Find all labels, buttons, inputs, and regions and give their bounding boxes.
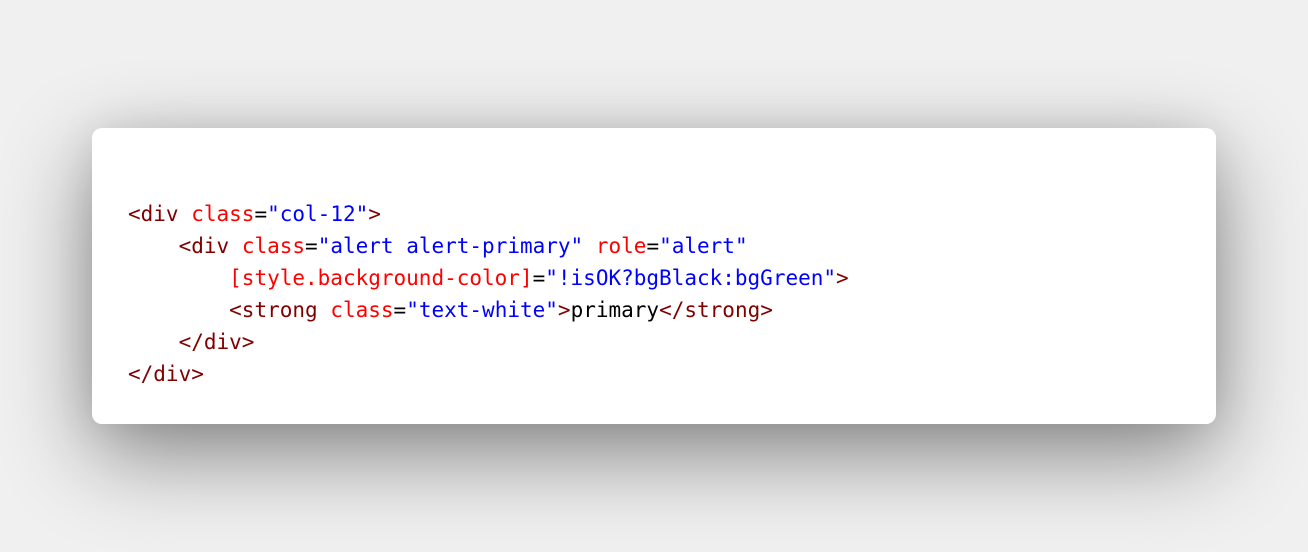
code-token-str: "!isOK?bgBlack:bgGreen" [545,266,837,290]
code-snippet-card: <div class="col-12"> <div class="alert a… [92,128,1216,424]
code-block: <div class="col-12"> <div class="alert a… [128,198,849,390]
code-line: <strong class="text-white">primary</stro… [128,294,849,326]
code-token-tag: <div [128,202,179,226]
code-token-plain: = [305,234,318,258]
code-token-plain: = [254,202,268,226]
code-token-tag: > [836,266,849,290]
code-line: <div class="col-12"> [128,198,849,230]
code-token-str: "alert alert-primary" [317,234,584,258]
code-token-str: "col-12" [267,202,369,226]
code-token-plain: = [532,266,546,290]
code-token-tag: <div [178,234,230,258]
code-line: </div> [128,326,849,358]
code-token-plain: = [393,298,407,322]
code-token-str: "text-white" [406,298,558,322]
code-token-plain: primary [570,298,660,322]
code-token-tag: </div> [178,330,255,354]
code-line: </div> [128,358,849,390]
code-token-tag: > [368,202,381,226]
code-token-tag: </div> [128,362,204,386]
code-token-str: "alert" [659,234,748,258]
code-token-tag: <strong [229,298,318,322]
code-token-attr: class [241,234,306,258]
code-token-plain: = [646,234,660,258]
code-token-tag: > [557,298,571,322]
code-token-attr: [style.background-color] [229,266,533,290]
code-token-tag: </strong> [659,298,773,322]
code-token-attr: role [595,234,647,258]
code-line: <div class="alert alert-primary" role="a… [128,230,849,262]
code-token-attr: class [330,298,394,322]
code-line: [style.background-color]="!isOK?bgBlack:… [128,262,849,294]
code-token-attr: class [191,202,255,226]
